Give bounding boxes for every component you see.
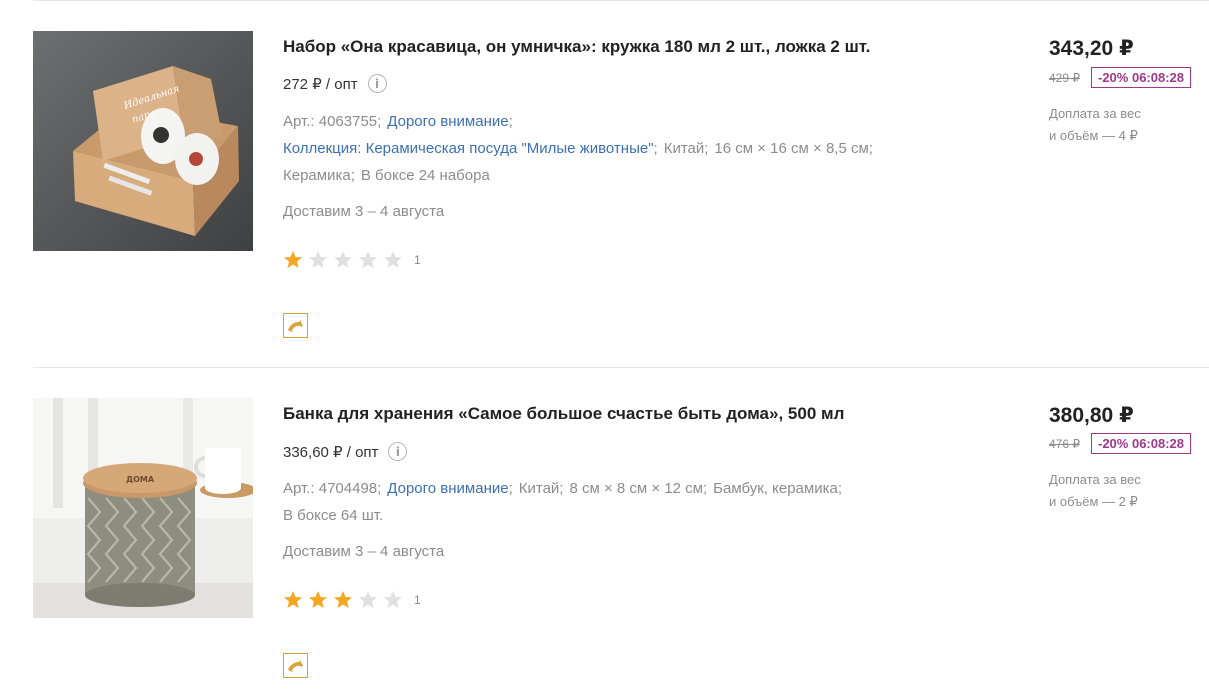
- country: Китай;: [663, 140, 709, 157]
- star-icon: [334, 591, 352, 608]
- brand-link[interactable]: Дорого внимание: [387, 480, 508, 497]
- brand-separator: ;: [508, 480, 513, 497]
- country: Китай;: [518, 480, 564, 497]
- product-meta: Арт.: 4063755; Дорого внимание; Коллекция…: [283, 108, 973, 189]
- dimensions: 8 см × 8 см × 12 см;: [569, 480, 708, 497]
- collection-separator: ;: [653, 140, 658, 157]
- packing: В боксе 24 набора: [360, 167, 490, 184]
- surcharge-line-1: Доплата за вес: [1049, 472, 1141, 487]
- article-number: Арт.: 4704498;: [283, 480, 382, 497]
- current-price: 380,80 ₽: [1049, 404, 1134, 427]
- surcharge-line-2: и объём — 2 ₽: [1049, 494, 1138, 509]
- article-number: Арт.: 4063755;: [283, 113, 382, 130]
- star-icon: [309, 251, 327, 268]
- rating: 1: [283, 590, 421, 610]
- star-icon: [334, 251, 352, 268]
- star-icon: [359, 591, 377, 608]
- opt-price: 336,60 ₽ / опт i: [283, 442, 408, 461]
- info-icon[interactable]: i: [367, 74, 387, 93]
- dolphin-icon: [288, 319, 303, 332]
- star-icon: [384, 251, 402, 268]
- discount-timer-badge: -20% 06:08:28: [1091, 433, 1191, 454]
- brand-separator: ;: [508, 113, 513, 130]
- old-price-row: 476 ₽ -20% 06:08:28: [1049, 433, 1191, 454]
- star-icon: [384, 591, 402, 608]
- rating-count: 1: [414, 253, 421, 267]
- product-title[interactable]: Набор «Она красавица, он умничка»: кружк…: [283, 37, 870, 57]
- dolphin-icon: [288, 659, 303, 672]
- discount-timer-badge: -20% 06:08:28: [1091, 67, 1191, 88]
- surcharge-note: Доплата за вес и объём — 2 ₽: [1049, 469, 1199, 513]
- opt-price-text: 336,60 ₽ / опт: [283, 443, 379, 461]
- dolphin-badge-button[interactable]: [283, 653, 308, 678]
- opt-price: 272 ₽ / опт i: [283, 74, 387, 93]
- star-icon: [359, 251, 377, 268]
- product-card-2: ДОМА Банка для хранения «Самое большое с…: [0, 368, 1209, 692]
- product-title[interactable]: Банка для хранения «Самое большое счасть…: [283, 404, 844, 424]
- collection-link[interactable]: Коллекция: Керамическая посуда "Милые жи…: [283, 140, 654, 157]
- opt-price-text: 272 ₽ / опт: [283, 75, 358, 93]
- star-icon: [284, 251, 302, 268]
- surcharge-line-2: и объём — 4 ₽: [1049, 128, 1138, 143]
- brand-link[interactable]: Дорого внимание: [387, 113, 508, 130]
- dolphin-badge-button[interactable]: [283, 313, 308, 338]
- packing: В боксе 64 шт.: [283, 507, 384, 524]
- delivery-date: Доставим 3 – 4 августа: [283, 203, 445, 220]
- star-icon: [309, 591, 327, 608]
- material: Бамбук, керамика;: [713, 480, 842, 497]
- star-icon: [284, 591, 302, 608]
- surcharge-note: Доплата за вес и объём — 4 ₽: [1049, 103, 1199, 147]
- rating-count: 1: [414, 593, 421, 607]
- product-meta: Арт.: 4704498; Дорого внимание; Китай; 8 см…: [283, 475, 973, 529]
- old-price: 429 ₽: [1049, 70, 1080, 85]
- product-image-mug-set[interactable]: Идеальная пара: [33, 31, 253, 251]
- dimensions: 16 см × 16 см × 8,5 см;: [714, 140, 873, 157]
- product-image-storage-jar[interactable]: ДОМА: [33, 398, 253, 618]
- rating: 1: [283, 250, 421, 270]
- delivery-date: Доставим 3 – 4 августа: [283, 543, 445, 560]
- svg-text:ДОМА: ДОМА: [126, 475, 155, 484]
- info-icon[interactable]: i: [388, 442, 408, 461]
- material: Керамика;: [283, 167, 355, 184]
- surcharge-line-1: Доплата за вес: [1049, 106, 1141, 121]
- product-card-1: Идеальная пара Набор «Она красавица, он …: [0, 0, 1209, 367]
- old-price-row: 429 ₽ -20% 06:08:28: [1049, 67, 1191, 88]
- old-price: 476 ₽: [1049, 436, 1080, 451]
- current-price: 343,20 ₽: [1049, 37, 1134, 60]
